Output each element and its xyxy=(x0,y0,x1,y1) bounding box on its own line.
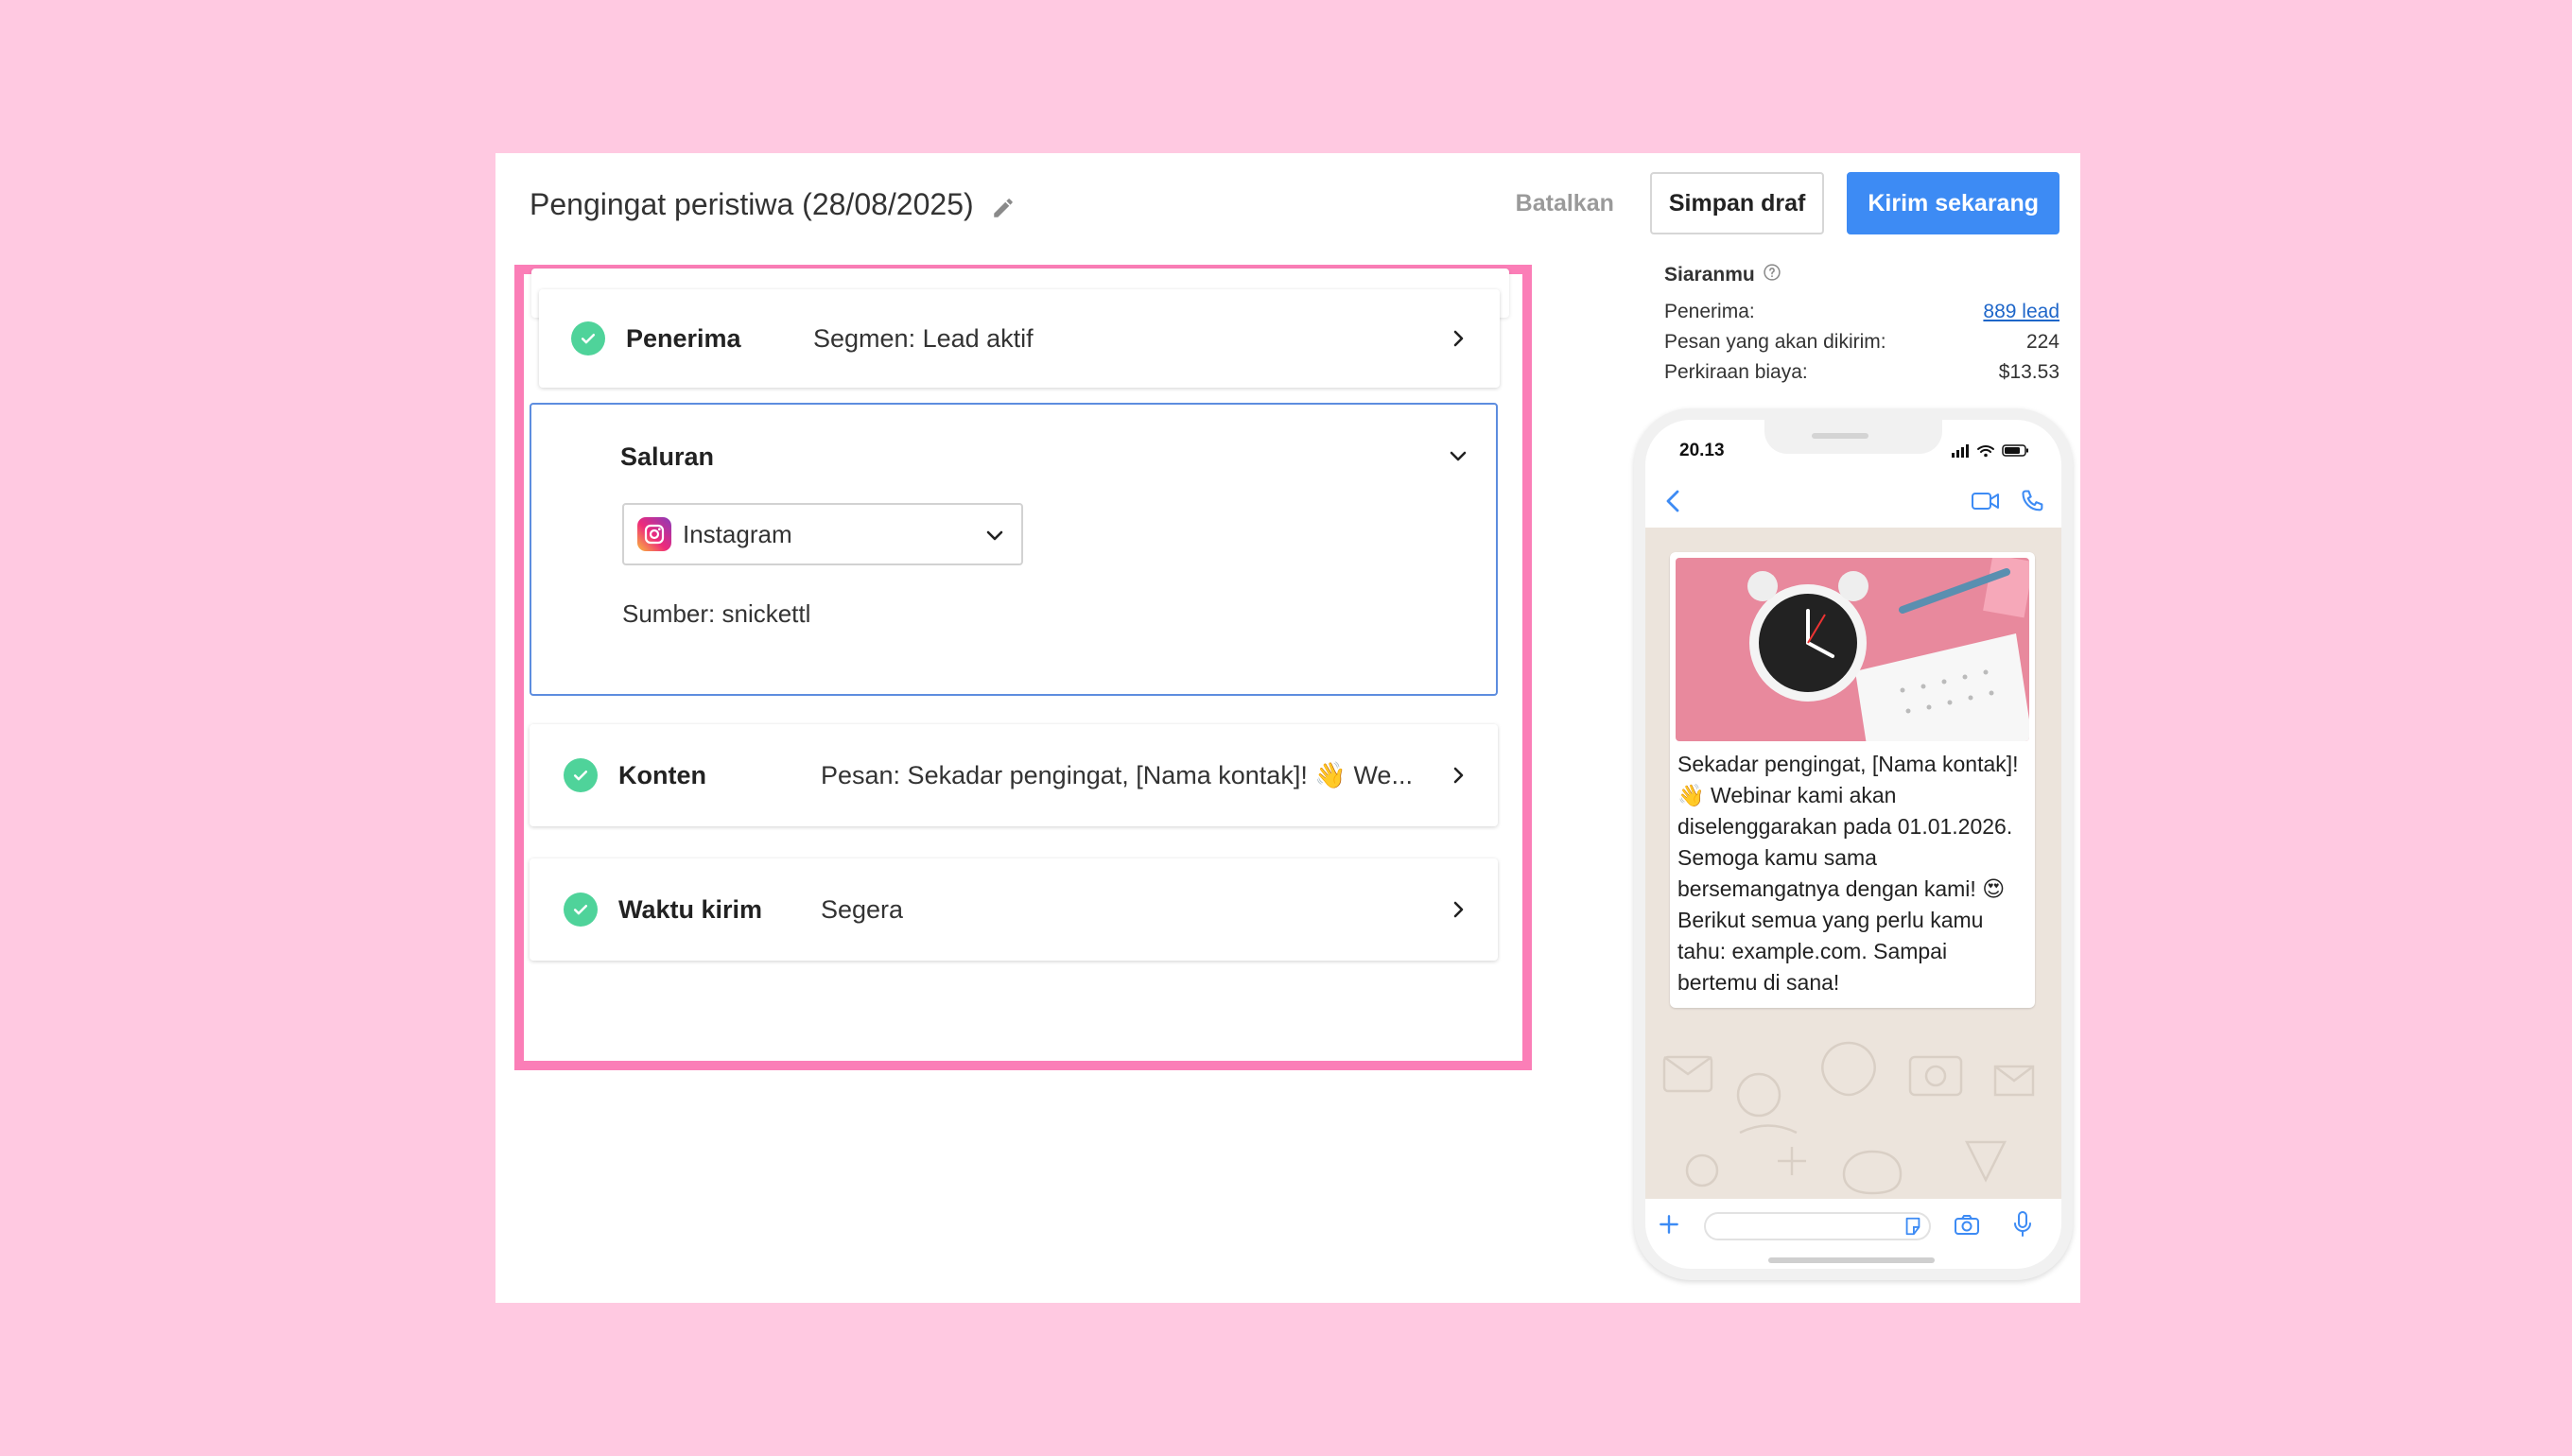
phone-call-icon[interactable] xyxy=(2020,488,2046,519)
save-draft-button[interactable]: Simpan draf xyxy=(1649,172,1825,234)
summary-cost-value: $13.53 xyxy=(1998,361,2059,383)
step-content-value: Pesan: Sekadar pengingat, [Nama kontak]!… xyxy=(821,761,1413,789)
check-icon xyxy=(565,439,584,462)
page-title-text: Pengingat peristiwa (28/08/2025) xyxy=(530,187,974,221)
channel-source-text: Sumber: snickettl xyxy=(622,599,811,628)
summary-recipients-label: Penerima: xyxy=(1664,301,1755,322)
step-recipients-value: Segmen: Lead aktif xyxy=(813,323,1034,353)
chat-header xyxy=(1645,477,2061,528)
microphone-icon[interactable] xyxy=(2012,1210,2033,1243)
channel-select[interactable]: Instagram xyxy=(622,503,1023,565)
channel-select-value: Instagram xyxy=(683,519,792,548)
chevron-down-icon xyxy=(983,524,1006,546)
plus-icon[interactable] xyxy=(1657,1212,1681,1241)
broadcast-summary: Siaranmu Penerima: 889 lead Pesan yang a… xyxy=(1664,263,2059,388)
summary-row-cost: Perkiraan biaya: $13.53 xyxy=(1664,357,2059,388)
step-recipients-label: Penerima xyxy=(626,323,741,353)
sticker-icon[interactable] xyxy=(1903,1216,1923,1241)
chevron-right-icon xyxy=(1447,898,1469,921)
chevron-right-icon xyxy=(1447,764,1469,787)
summary-row-recipients: Penerima: 889 lead xyxy=(1664,297,2059,327)
help-icon[interactable] xyxy=(1763,263,1781,287)
home-indicator xyxy=(1768,1257,1935,1263)
status-bar-icons xyxy=(1952,444,2028,458)
summary-row-messages: Pesan yang akan dikirim: 224 xyxy=(1664,327,2059,357)
send-now-button[interactable]: Kirim sekarang xyxy=(1847,172,2059,234)
summary-messages-value: 224 xyxy=(2025,331,2059,353)
check-icon xyxy=(564,758,598,792)
chat-input-bar xyxy=(1645,1201,2061,1248)
summary-title: Siaranmu xyxy=(1664,264,1755,286)
pencil-icon[interactable] xyxy=(991,193,1016,217)
instagram-icon xyxy=(637,517,671,551)
message-bubble: Sekadar pengingat, [Nama kontak]! 👋 Webi… xyxy=(1670,552,2035,1008)
phone-preview: 20.13 Sekadar pengingat, [Nama kontak]! … xyxy=(1634,408,2073,1280)
message-image-alarm-clock xyxy=(1676,558,2029,741)
page-title: Pengingat peristiwa (28/08/2025) xyxy=(530,187,1016,222)
chevron-right-icon xyxy=(1447,327,1469,350)
chevron-down-icon[interactable] xyxy=(1447,444,1469,467)
summary-cost-label: Perkiraan biaya: xyxy=(1664,361,1808,383)
step-recipients[interactable]: Penerima Segmen: Lead aktif xyxy=(539,289,1500,388)
message-text: Sekadar pengingat, [Nama kontak]! 👋 Webi… xyxy=(1677,752,2019,995)
chat-area: Sekadar pengingat, [Nama kontak]! 👋 Webi… xyxy=(1645,528,2061,1199)
check-icon xyxy=(564,893,598,927)
camera-icon[interactable] xyxy=(1954,1212,1980,1241)
summary-heading: Siaranmu xyxy=(1664,263,2059,287)
broadcast-editor-card: Pengingat peristiwa (28/08/2025) Batalka… xyxy=(495,153,2080,1303)
chat-text-input[interactable] xyxy=(1704,1212,1931,1240)
step-channel: Saluran Instagram Sumber: snickettl xyxy=(530,403,1498,696)
step-send-time[interactable]: Waktu kirim Segera xyxy=(530,858,1498,961)
check-icon xyxy=(571,321,605,355)
step-content[interactable]: Konten Pesan: Sekadar pengingat, [Nama k… xyxy=(530,724,1498,826)
video-call-icon[interactable] xyxy=(1971,490,2001,517)
recipients-lead-link[interactable]: 889 lead xyxy=(1983,301,2059,323)
header-actions: Batalkan Simpan draf Kirim sekarang xyxy=(1503,172,2059,234)
step-channel-label: Saluran xyxy=(620,442,715,471)
cancel-button[interactable]: Batalkan xyxy=(1503,190,1627,217)
step-send-time-value: Segera xyxy=(821,894,904,924)
summary-messages-label: Pesan yang akan dikirim: xyxy=(1664,331,1886,353)
step-content-label: Konten xyxy=(618,760,706,789)
step-send-time-label: Waktu kirim xyxy=(618,894,763,924)
back-chevron-icon[interactable] xyxy=(1662,488,1685,519)
phone-time: 20.13 xyxy=(1679,441,1725,460)
phone-notch xyxy=(1764,416,1942,454)
